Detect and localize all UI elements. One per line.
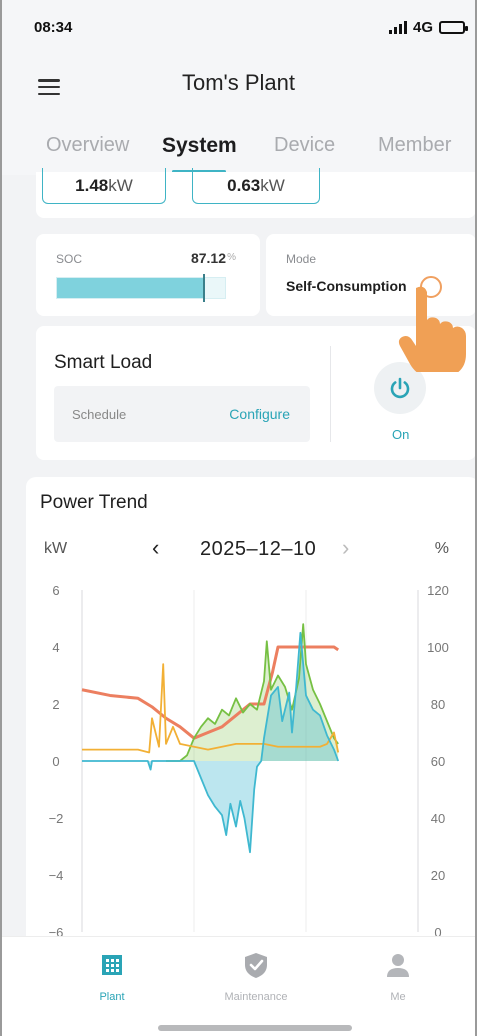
status-time: 08:34 (34, 19, 73, 36)
left-tick-label: −4 (49, 868, 64, 883)
nav-me-label: Me (390, 991, 406, 1003)
tab-system[interactable]: System (162, 134, 237, 158)
configure-link[interactable]: Configure (229, 406, 290, 422)
power-trend-card: Power Trend kW ‹ 2025–12–10 › % 6 4 2 0 −2 −4… (26, 477, 477, 957)
power-value-box-2: 0.63 kW (192, 168, 320, 204)
trend-date[interactable]: 2025–12–10 (200, 538, 316, 561)
right-tick-label: 80 (431, 697, 445, 712)
mode-value: Self-Consumption (286, 278, 407, 294)
schedule-row: Schedule Configure (54, 386, 310, 442)
status-indicators: 4G (388, 19, 468, 36)
left-tick-label: 2 (52, 697, 59, 712)
soc-label: SOC (56, 252, 83, 266)
right-tick-label: 60 (431, 754, 445, 769)
tab-overview[interactable]: Overview (46, 134, 129, 157)
app-header: 08:34 4G Tom's Plant Overview System Dev… (2, 0, 475, 175)
left-tick-label: 6 (52, 583, 59, 598)
next-date-icon[interactable]: › (342, 535, 349, 561)
home-indicator (158, 1025, 352, 1031)
soc-unit: % (227, 252, 236, 263)
card-divider (330, 346, 331, 442)
tap-hand-icon (398, 286, 466, 372)
power-unit-2: kW (260, 175, 285, 195)
left-tick-label: 4 (52, 640, 59, 655)
right-tick-label: 120 (427, 583, 449, 598)
power-unit-1: kW (108, 175, 133, 195)
plant-building-icon (102, 955, 122, 975)
status-bar: 08:34 4G (2, 0, 475, 48)
tab-member[interactable]: Member (378, 134, 451, 157)
shield-check-icon (245, 953, 267, 978)
soc-progress-marker (203, 274, 205, 302)
right-tick-label: 40 (431, 811, 445, 826)
left-axis-unit: kW (44, 540, 68, 557)
mode-label: Mode (286, 252, 317, 266)
right-axis-unit: % (434, 540, 449, 557)
power-icon (390, 377, 410, 399)
smart-load-title: Smart Load (54, 352, 153, 373)
nav-maintenance[interactable]: Maintenance (206, 951, 306, 1003)
smart-load-state: On (392, 427, 410, 442)
soc-progress-bar (56, 274, 226, 302)
battery-icon (439, 21, 468, 34)
soc-progress-fill (57, 278, 204, 298)
tab-device[interactable]: Device (274, 134, 335, 157)
power-value-1: 1.48 (75, 175, 109, 195)
left-tick-label: −2 (49, 811, 64, 826)
power-trend-title: Power Trend (40, 492, 148, 513)
signal-icon (388, 20, 407, 34)
soc-card: SOC 87.12 % (36, 234, 260, 316)
bottom-navigation: Plant Maintenance Me (2, 936, 475, 1036)
person-icon (387, 954, 409, 977)
left-tick-label: 0 (52, 754, 59, 769)
previous-date-icon[interactable]: ‹ (152, 535, 159, 561)
right-tick-label: 100 (427, 640, 449, 655)
schedule-label: Schedule (72, 407, 127, 422)
nav-plant-label: Plant (99, 991, 125, 1003)
power-value-2: 0.63 (227, 175, 261, 195)
app-screen: 08:34 4G Tom's Plant Overview System Dev… (0, 0, 477, 1036)
right-tick-label: 20 (431, 868, 445, 883)
power-value-box-1: 1.48 kW (42, 168, 166, 204)
power-summary-card: 1.48 kW 0.63 kW (36, 168, 475, 218)
soc-value: 87.12 (190, 250, 226, 266)
network-label: 4G (412, 19, 433, 36)
nav-maintenance-label: Maintenance (224, 991, 288, 1003)
page-title: Tom's Plant (181, 70, 296, 95)
nav-me[interactable]: Me (348, 951, 448, 1003)
power-trend-chart[interactable]: 6420−2−4−6120100806040200 (26, 577, 477, 957)
nav-plant[interactable]: Plant (62, 951, 162, 1003)
